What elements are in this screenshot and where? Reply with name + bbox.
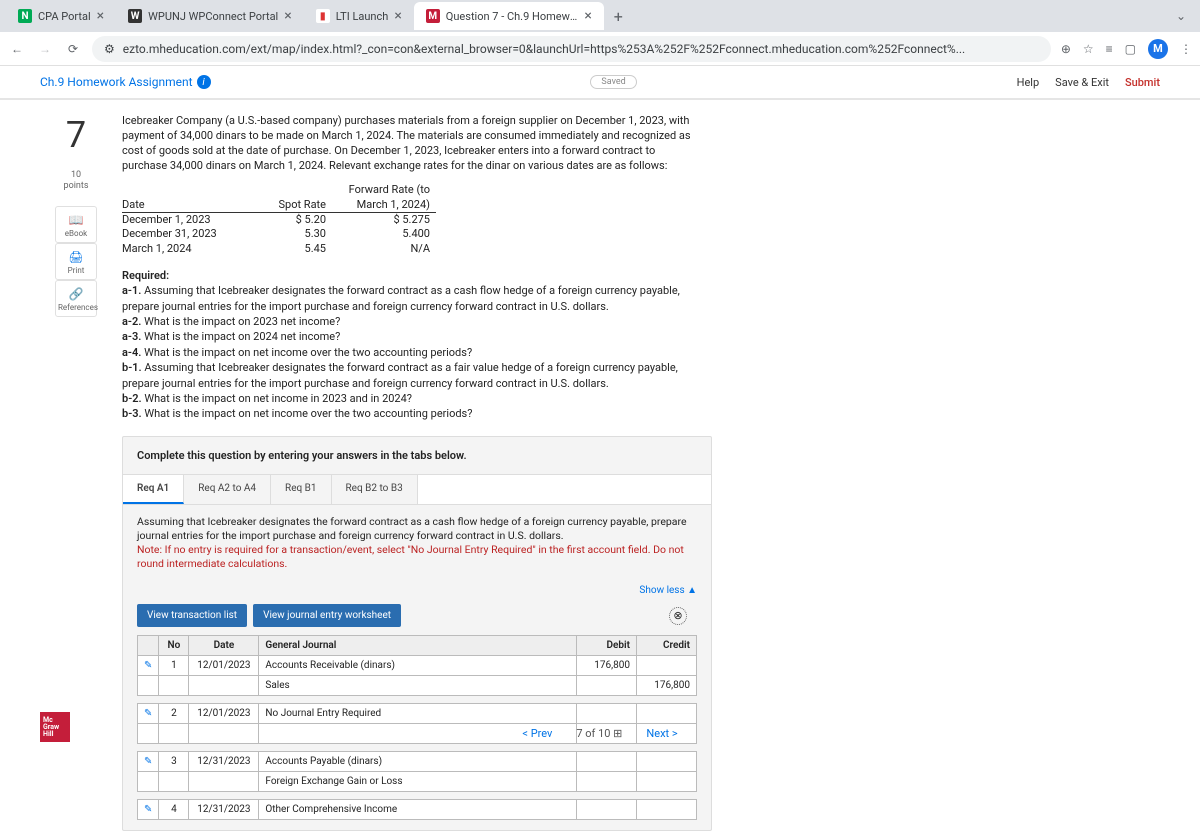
answer-tab[interactable]: Req A2 to A4 [184, 475, 271, 504]
answer-tab[interactable]: Req B2 to B3 [332, 475, 418, 504]
tab-favicon: N [18, 9, 32, 23]
answer-tabstrip: Req A1Req A2 to A4Req B1Req B2 to B3 [123, 474, 711, 505]
debit-cell[interactable] [577, 752, 637, 772]
saved-indicator: Saved [590, 75, 636, 89]
problem-statement: Icebreaker Company (a U.S.-based company… [122, 114, 702, 173]
account-cell[interactable]: Accounts Payable (dinars) [259, 752, 577, 772]
tab-favicon: ▮ [316, 9, 330, 23]
new-tab-button[interactable]: + [604, 7, 633, 26]
forward-button[interactable]: → [36, 40, 54, 58]
save-exit-link[interactable]: Save & Exit [1055, 76, 1109, 89]
account-cell[interactable]: Accounts Receivable (dinars) [259, 656, 577, 676]
tabs-overflow-icon[interactable]: ⌄ [1168, 9, 1194, 23]
page-position: 7 of 10 ⊞ [576, 727, 622, 740]
prev-button[interactable]: < Prev [522, 727, 552, 740]
view-transaction-list-button[interactable]: View transaction list [137, 604, 247, 627]
question-pager: < Prev 7 of 10 ⊞ Next > [522, 727, 677, 740]
table-row: ✎112/01/2023Accounts Receivable (dinars)… [138, 656, 697, 676]
account-cell[interactable]: Foreign Exchange Gain or Loss [259, 772, 577, 792]
edit-row-icon[interactable]: ✎ [144, 804, 152, 815]
account-cell[interactable]: Sales [259, 676, 577, 696]
sidebar-tile-references[interactable]: 🔗References [55, 280, 97, 317]
next-button[interactable]: Next > [646, 727, 677, 740]
help-link[interactable]: Help [1017, 76, 1040, 89]
edit-row-icon[interactable]: ✎ [144, 756, 152, 767]
tab-close-icon[interactable]: × [97, 8, 104, 24]
zoom-icon[interactable]: ⊕ [1061, 42, 1071, 56]
question-number: 7 [66, 114, 86, 156]
debit-cell[interactable]: 176,800 [577, 656, 637, 676]
tab-close-icon[interactable]: × [394, 8, 401, 24]
tab-close-icon[interactable]: × [584, 8, 591, 24]
requirements-block: Required:a-1. Assuming that Icebreaker d… [122, 268, 702, 422]
sidebar-tile-ebook[interactable]: 📖eBook [55, 206, 97, 243]
assignment-header: Ch.9 Homework Assignment i Saved Help Sa… [0, 66, 1200, 100]
answer-tab[interactable]: Req A1 [123, 475, 184, 504]
debit-cell[interactable] [577, 676, 637, 696]
browser-tab[interactable]: ▮ LTI Launch × [304, 2, 414, 30]
reload-button[interactable]: ⟳ [64, 40, 82, 58]
tab-title: Question 7 - Ch.9 Homework [446, 10, 579, 23]
browser-tab[interactable]: W WPUNJ WPConnect Portal × [116, 2, 304, 30]
tab-description: Assuming that Icebreaker designates the … [123, 505, 711, 582]
tab-title: WPUNJ WPConnect Portal [148, 10, 278, 23]
edit-row-icon[interactable]: ✎ [144, 708, 152, 719]
table-row: ✎412/31/2023Other Comprehensive Income [138, 800, 697, 820]
answer-tab[interactable]: Req B1 [271, 475, 331, 504]
debit-cell[interactable] [577, 704, 637, 724]
question-sidebar: 7 10 points 📖eBook🖨Print🔗References [40, 114, 112, 750]
reset-icon[interactable]: ⊗ [669, 607, 687, 625]
table-row: Foreign Exchange Gain or Loss [138, 772, 697, 792]
address-bar[interactable]: ⚙ ezto.mheducation.com/ext/map/index.htm… [92, 36, 1051, 62]
tab-title: CPA Portal [38, 10, 91, 23]
debit-cell[interactable] [577, 772, 637, 792]
browser-toolbar: ← → ⟳ ⚙ ezto.mheducation.com/ext/map/ind… [0, 32, 1200, 66]
credit-cell[interactable] [637, 772, 697, 792]
browser-tabstrip: N CPA Portal × W WPUNJ WPConnect Portal × ▮ LTI… [0, 0, 1200, 32]
ebook-icon: 📖 [58, 213, 94, 227]
answer-prompt: Complete this question by entering your … [123, 437, 711, 474]
bookmark-icon[interactable]: ☆ [1083, 42, 1094, 56]
debit-cell[interactable] [577, 800, 637, 820]
table-row: ✎212/01/2023No Journal Entry Required [138, 704, 697, 724]
assignment-title: Ch.9 Homework Assignment [40, 75, 193, 89]
url-text: ezto.mheducation.com/ext/map/index.html?… [123, 42, 965, 56]
browser-tab[interactable]: N CPA Portal × [6, 2, 116, 30]
print-icon: 🖨 [58, 250, 94, 264]
tab-favicon: M [426, 9, 440, 23]
answer-card: Complete this question by entering your … [122, 436, 712, 831]
account-cell[interactable]: Other Comprehensive Income [259, 800, 577, 820]
table-row: Sales 176,800 [138, 676, 697, 696]
exchange-rate-table: Forward Rate (toDateSpot RateMarch 1, 20… [122, 183, 1170, 255]
profile-avatar[interactable]: M [1148, 39, 1168, 59]
points-box: 10 points [64, 170, 89, 192]
tab-title: LTI Launch [336, 10, 389, 23]
credit-cell[interactable] [637, 752, 697, 772]
menu-icon[interactable]: ⋮ [1180, 42, 1192, 56]
submit-link[interactable]: Submit [1125, 76, 1160, 89]
tab-close-icon[interactable]: × [284, 8, 291, 24]
credit-cell[interactable] [637, 656, 697, 676]
credit-cell[interactable] [637, 704, 697, 724]
credit-cell[interactable] [637, 800, 697, 820]
account-cell[interactable]: No Journal Entry Required [259, 704, 577, 724]
info-icon[interactable]: i [197, 75, 211, 89]
mcgraw-hill-logo: Mc Graw Hill [40, 712, 70, 742]
credit-cell[interactable]: 176,800 [637, 676, 697, 696]
browser-tab[interactable]: M Question 7 - Ch.9 Homework × [414, 2, 604, 30]
show-less-toggle[interactable]: Show less ▲ [123, 581, 711, 604]
view-worksheet-button[interactable]: View journal entry worksheet [253, 604, 401, 627]
edit-row-icon[interactable]: ✎ [144, 660, 152, 671]
back-button[interactable]: ← [8, 40, 26, 58]
reading-list-icon[interactable]: ≡ [1106, 42, 1113, 56]
table-row: ✎312/31/2023Accounts Payable (dinars) [138, 752, 697, 772]
side-panel-icon[interactable]: ▢ [1125, 42, 1136, 56]
site-settings-icon[interactable]: ⚙ [104, 42, 115, 56]
sidebar-tile-print[interactable]: 🖨Print [55, 243, 97, 280]
tab-favicon: W [128, 9, 142, 23]
references-icon: 🔗 [58, 287, 94, 301]
